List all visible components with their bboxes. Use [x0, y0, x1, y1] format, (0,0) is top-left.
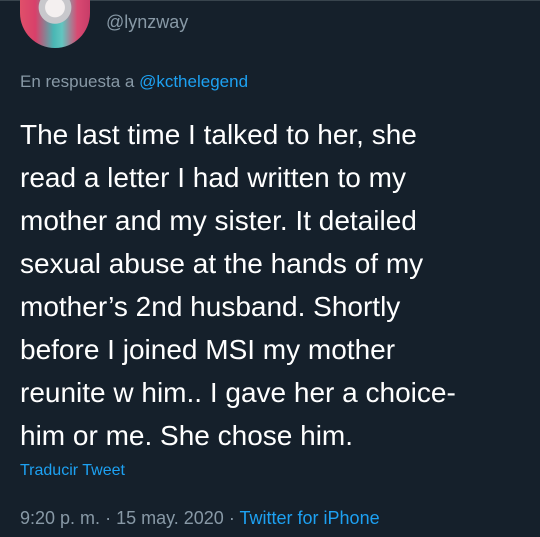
tweet-text-line: mother and my sister. It detailed — [20, 205, 417, 236]
user-handle[interactable]: @lynzway — [106, 12, 188, 33]
tweet-text-line: mother’s 2nd husband. Shortly — [20, 291, 401, 322]
tweet-text-line: The last time I talked to her, she — [20, 119, 417, 150]
tweet-text-line: sexual abuse at the hands of my — [20, 248, 424, 279]
meta-separator: · — [105, 508, 112, 528]
tweet-text-line: him or me. She chose him. — [20, 420, 354, 451]
tweet-text-line: before I joined MSI my mother — [20, 334, 396, 365]
reply-context: En respuesta a @kcthelegend — [20, 72, 248, 92]
tweet-text-line: read a letter I had written to my — [20, 162, 406, 193]
tweet-date[interactable]: 15 may. 2020 — [116, 508, 224, 528]
tweet-text: The last time I talked to her, she read … — [20, 113, 525, 457]
tweet-source-link[interactable]: Twitter for iPhone — [240, 508, 380, 528]
reply-to-link[interactable]: @kcthelegend — [139, 72, 248, 91]
avatar[interactable] — [20, 0, 90, 48]
reply-prefix: En respuesta a — [20, 72, 140, 91]
tweet-text-line: reunite w him.. I gave her a choice- — [20, 377, 456, 408]
translate-tweet-link[interactable]: Traducir Tweet — [20, 462, 125, 480]
meta-separator: · — [228, 508, 235, 528]
tweet-time[interactable]: 9:20 p. m. — [20, 508, 100, 528]
tweet-meta: 9:20 p. m. · 15 may. 2020 · Twitter for … — [20, 508, 380, 529]
